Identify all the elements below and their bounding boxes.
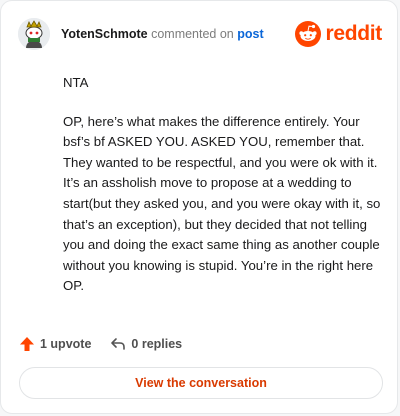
replies-count: 0 replies — [131, 337, 183, 351]
byline: YotenSchmote commented on post — [61, 27, 264, 41]
upvote-button[interactable]: 1 upvote — [19, 336, 91, 352]
post-link[interactable]: post — [237, 27, 263, 41]
action-text: commented on — [151, 27, 234, 41]
reddit-logo[interactable]: reddit — [295, 20, 382, 48]
comment-paragraph: OP, here’s what makes the difference ent… — [63, 113, 381, 294]
avatar[interactable] — [18, 18, 50, 50]
replies-button[interactable]: 0 replies — [110, 336, 182, 352]
upvote-count: 1 upvote — [40, 337, 92, 351]
embed-card: YotenSchmote commented on post reddit NT… — [0, 0, 398, 414]
reply-arrow-icon — [111, 338, 126, 350]
username-link[interactable]: YotenSchmote — [61, 27, 148, 41]
reddit-alien-icon — [295, 21, 322, 47]
comment-actions: 1 upvote 0 replies — [19, 335, 201, 353]
snoo-avatar-icon — [18, 18, 50, 50]
comment-paragraph: NTA — [63, 75, 89, 90]
reddit-wordmark: reddit — [325, 22, 382, 45]
comment-header: YotenSchmote commented on post reddit — [18, 18, 382, 52]
comment-body: NTA OP, here’s what makes the difference… — [63, 73, 383, 315]
view-conversation-button[interactable]: View the conversation — [19, 367, 383, 399]
upvote-arrow-icon — [20, 337, 34, 351]
